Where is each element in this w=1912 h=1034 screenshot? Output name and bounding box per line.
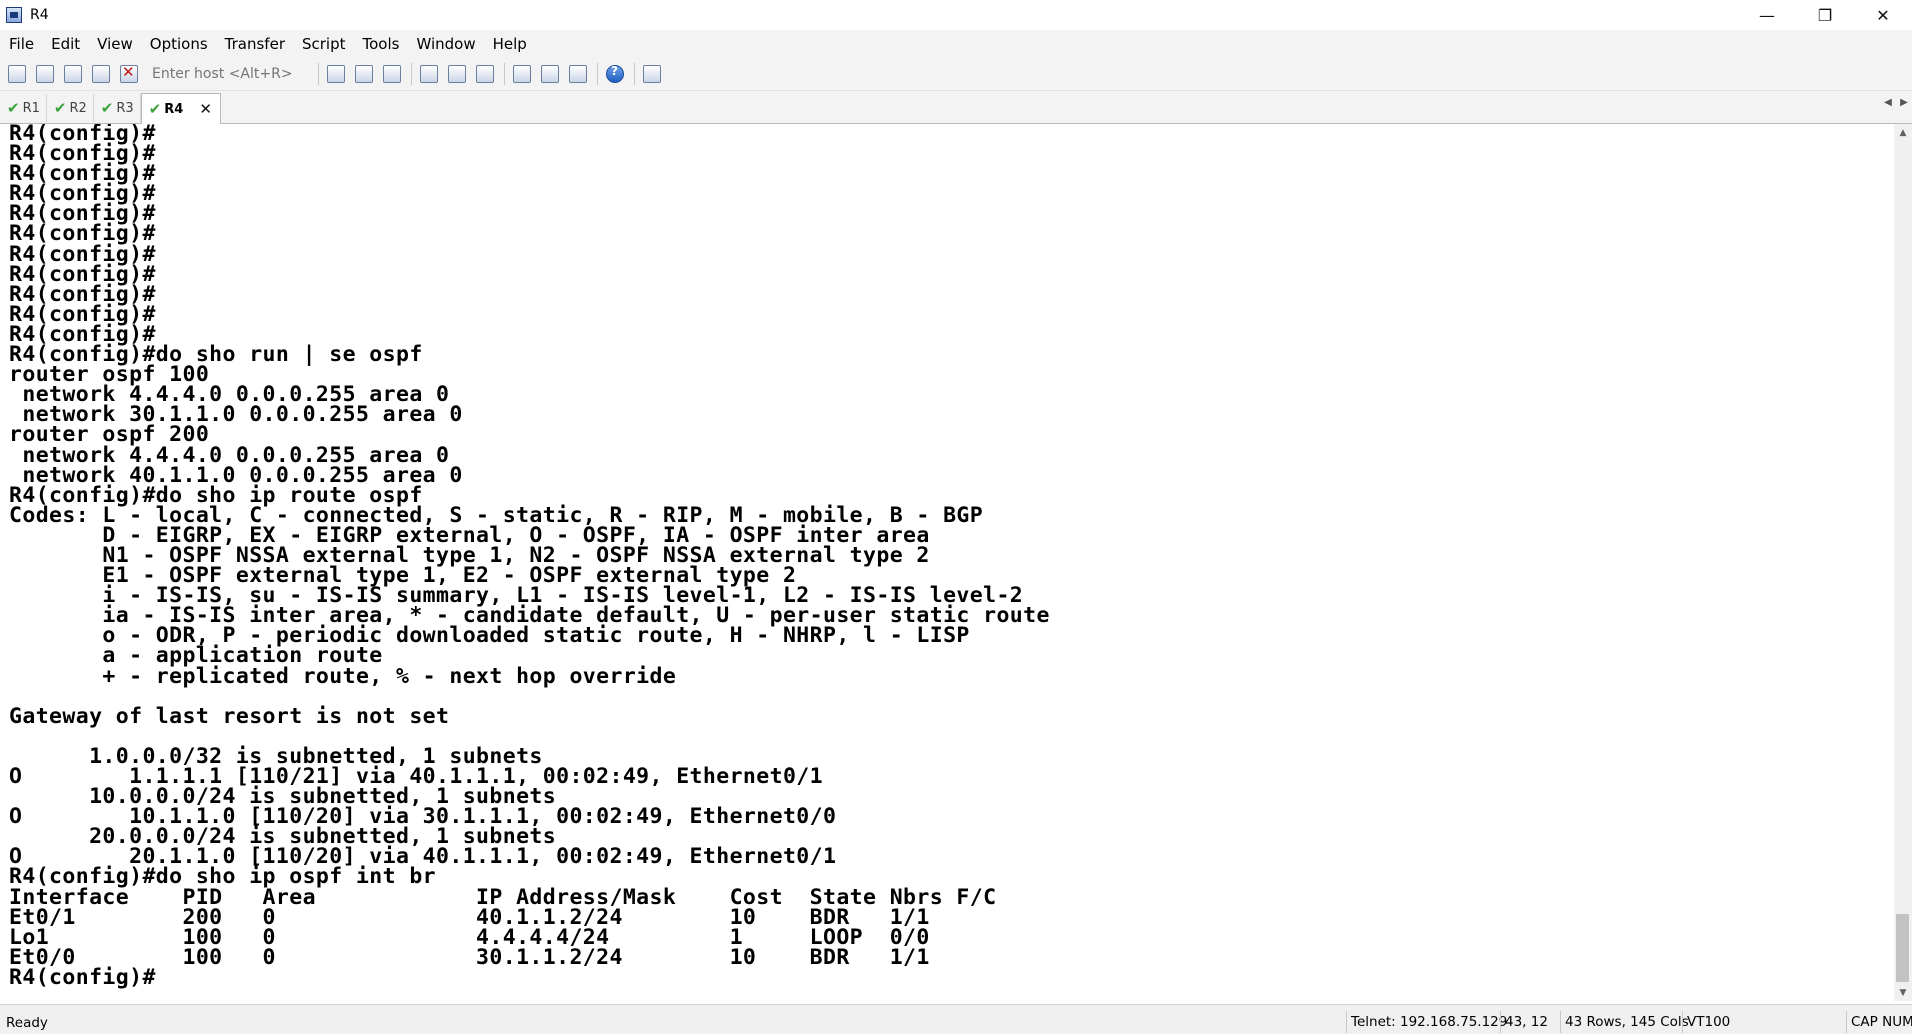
- window-controls: — ❐ ✕: [1738, 0, 1912, 30]
- menu-help[interactable]: Help: [484, 35, 535, 53]
- session-options-icon[interactable]: [511, 63, 533, 85]
- check-icon: ✔: [7, 99, 20, 117]
- app-icon: [6, 7, 22, 23]
- close-button[interactable]: ✕: [1854, 0, 1912, 30]
- toolbar-divider: [634, 63, 635, 85]
- toolbar-divider: [597, 63, 598, 85]
- terminal-scrollbar[interactable]: ▲ ▼: [1894, 124, 1912, 1001]
- menu-tools[interactable]: Tools: [354, 35, 408, 53]
- tab-label: R1: [22, 100, 40, 116]
- tab-label: R4: [164, 101, 184, 117]
- terminal-area[interactable]: R4(config)# R4(config)# R4(config)# R4(c…: [0, 124, 1894, 1001]
- enter-host-input[interactable]: [152, 63, 310, 85]
- tab-r3[interactable]: ✔ R3: [94, 94, 141, 122]
- tab-label: R2: [69, 100, 87, 116]
- toolbar-divider: [411, 63, 412, 85]
- reconnect-icon[interactable]: [90, 63, 112, 85]
- status-bar: Ready Telnet: 192.168.75.129 43, 12 43 R…: [0, 1004, 1912, 1034]
- tab-r1[interactable]: ✔ R1: [0, 94, 47, 122]
- check-icon: ✔: [53, 99, 67, 117]
- scroll-thumb[interactable]: [1896, 914, 1909, 982]
- disconnect-icon[interactable]: [118, 63, 140, 85]
- status-cursor-position: 43, 12: [1500, 1011, 1548, 1033]
- toolbar-divider: [318, 63, 319, 85]
- print-setup-icon[interactable]: [418, 63, 440, 85]
- menu-window[interactable]: Window: [407, 35, 483, 53]
- toolbar-divider: [504, 63, 505, 85]
- tab-close-icon[interactable]: ✕: [199, 100, 212, 118]
- keymap-icon[interactable]: [567, 63, 589, 85]
- menu-file[interactable]: File: [0, 35, 42, 53]
- tab-r2[interactable]: ✔ R2: [47, 94, 94, 122]
- find-icon[interactable]: [381, 63, 403, 85]
- menu-bar: File Edit View Options Transfer Script T…: [0, 30, 1912, 58]
- scroll-up-icon[interactable]: ▲: [1894, 124, 1912, 141]
- menu-options[interactable]: Options: [141, 35, 216, 53]
- toolbar: [0, 58, 1912, 91]
- window-title: R4: [30, 7, 49, 23]
- status-ready: Ready: [6, 1015, 48, 1031]
- connect-icon[interactable]: [6, 63, 28, 85]
- tab-scroll-arrows: ◀ ▶: [1880, 97, 1912, 108]
- session-tab-bar: ✔ R1 ✔ R2 ✔ R3 ✔ R4 ✕ ◀ ▶: [0, 91, 1912, 124]
- print-selection-icon[interactable]: [446, 63, 468, 85]
- menu-view[interactable]: View: [88, 35, 141, 53]
- minimize-button[interactable]: —: [1738, 0, 1796, 30]
- sftp-icon[interactable]: [641, 63, 663, 85]
- tab-r4[interactable]: ✔ R4 ✕: [140, 93, 221, 124]
- check-icon: ✔: [148, 100, 162, 118]
- menu-transfer[interactable]: Transfer: [216, 35, 293, 53]
- status-terminal-type: VT100: [1682, 1011, 1730, 1033]
- status-connection: Telnet: 192.168.75.129: [1346, 1011, 1507, 1033]
- tab-label: R3: [116, 100, 134, 116]
- menu-edit[interactable]: Edit: [42, 35, 88, 53]
- title-bar: R4 — ❐ ✕: [0, 0, 1912, 30]
- tab-scroll-left-icon[interactable]: ◀: [1880, 97, 1896, 108]
- copy-icon[interactable]: [325, 63, 347, 85]
- scroll-down-icon[interactable]: ▼: [1894, 984, 1912, 1001]
- status-dimensions: 43 Rows, 145 Cols: [1560, 1011, 1689, 1033]
- tab-scroll-right-icon[interactable]: ▶: [1896, 97, 1912, 108]
- maximize-button[interactable]: ❐: [1796, 0, 1854, 30]
- connect-tab-icon[interactable]: [62, 63, 84, 85]
- check-icon: ✔: [100, 99, 114, 117]
- print-icon[interactable]: [474, 63, 496, 85]
- menu-script[interactable]: Script: [293, 35, 354, 53]
- terminal-output: R4(config)# R4(config)# R4(config)# R4(c…: [9, 124, 1050, 990]
- help-icon[interactable]: [604, 63, 626, 85]
- quick-connect-icon[interactable]: [34, 63, 56, 85]
- status-caps-num: CAP NUM: [1846, 1011, 1912, 1033]
- global-options-icon[interactable]: [539, 63, 561, 85]
- securecrt-window: R4 — ❐ ✕ File Edit View Options Transfer…: [0, 0, 1912, 1034]
- paste-icon[interactable]: [353, 63, 375, 85]
